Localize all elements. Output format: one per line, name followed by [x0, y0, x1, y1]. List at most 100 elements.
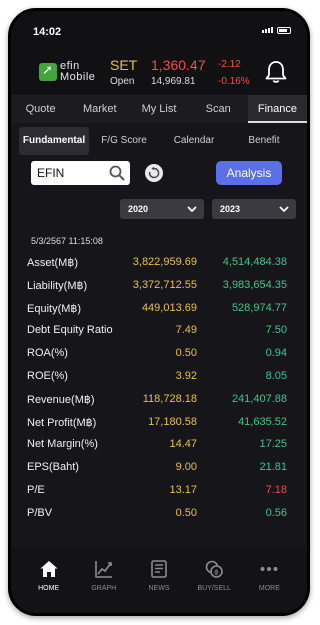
row-label: Asset(M฿) [27, 257, 78, 269]
tab-finance[interactable]: Finance [247, 95, 307, 123]
row-value-year1: 3,822,959.69 [132, 256, 197, 268]
tab-scan[interactable]: Scan [189, 95, 248, 123]
market-index-value: 1,360.47 [151, 57, 206, 73]
row-label: Revenue(M฿) [27, 393, 95, 406]
market-name: SET [110, 57, 138, 73]
table-row: P/BV 0.50 0.56 [11, 502, 307, 525]
logo-mark-icon [39, 62, 57, 81]
fundamental-table: Asset(M฿) 3,822,959.69 4,514,484.38 Liab… [11, 251, 307, 525]
logo-text-bottom: Mobile [60, 71, 96, 83]
data-timestamp: 5/3/2567 11:15:08 [31, 236, 103, 246]
app-screen: 14:02 efin Mobile SET Open 1,360.47 14,9… [11, 11, 307, 613]
row-label: ROA(%) [27, 347, 68, 360]
row-label: P/E [27, 483, 45, 496]
table-row: Net Margin(%) 14.47 17.25 [11, 433, 307, 456]
buy-sell-icon: ฿ [205, 560, 224, 578]
table-row: Equity(M฿) 449,013.69 528,974.77 [11, 297, 307, 320]
bell-icon[interactable] [263, 59, 289, 85]
row-value-year2: 528,974.77 [231, 301, 287, 314]
sub-tab-bar: Fundamental F/G Score Calendar Benefit [11, 127, 307, 155]
row-value-year2: 41,635.52 [238, 415, 287, 428]
table-row: P/E 13.17 7.18 [11, 479, 307, 502]
year-select-right[interactable]: 2023 [212, 199, 296, 219]
subtab-benefit[interactable]: Benefit [229, 127, 299, 155]
nav-graph[interactable]: GRAPH [76, 547, 131, 613]
row-label: EPS(Baht) [27, 461, 79, 474]
table-row: Liability(M฿) 3,372,712.55 3,983,654.35 [11, 274, 307, 297]
table-row: Debt Equity Ratio 7.49 7.50 [11, 319, 307, 342]
row-value-year1: 7.49 [175, 324, 197, 337]
year-select-left-value: 2020 [128, 204, 149, 214]
row-value-year2: 7.50 [265, 324, 287, 337]
chevron-down-icon [279, 206, 289, 213]
row-value-year1: 3,372,712.55 [132, 278, 197, 291]
row-label: Equity(M฿) [27, 302, 82, 315]
table-row: ROE(%) 3.92 8.05 [11, 365, 307, 388]
home-icon [40, 561, 58, 577]
open-label: Open [110, 76, 135, 87]
nav-home[interactable]: HOME [21, 547, 76, 613]
year-select-left[interactable]: 2020 [120, 199, 204, 219]
nav-graph-label: GRAPH [91, 585, 117, 592]
row-value-year2: 0.94 [265, 347, 287, 360]
open-value: 14,969.81 [151, 76, 196, 87]
nav-news[interactable]: NEWS [131, 547, 186, 613]
graph-icon [94, 561, 112, 578]
row-value-year2: 7.18 [265, 483, 287, 496]
row-value-year2: 21.81 [259, 461, 287, 474]
row-value-year2: 0.56 [265, 506, 287, 519]
row-label: Net Profit(M฿) [27, 416, 97, 429]
market-header: efin Mobile SET Open 1,360.47 14,969.81 … [11, 51, 307, 95]
subtab-fg-score[interactable]: F/G Score [89, 127, 159, 155]
tab-market[interactable]: Market [70, 95, 129, 123]
year-select-right-value: 2023 [220, 204, 241, 214]
table-row: Asset(M฿) 3,822,959.69 4,514,484.38 [11, 251, 307, 274]
nav-news-label: NEWS [148, 585, 170, 592]
tab-quote[interactable]: Quote [11, 95, 70, 123]
svg-text:฿: ฿ [214, 569, 218, 577]
table-row: ROA(%) 0.50 0.94 [11, 342, 307, 365]
subtab-calendar[interactable]: Calendar [159, 127, 229, 155]
market-change-pct: -0.16% [218, 76, 250, 87]
news-icon [151, 560, 167, 578]
table-row: Revenue(M฿) 118,728.18 241,407.88 [11, 388, 307, 411]
nav-more-label: MORE [258, 585, 280, 592]
bottom-nav: HOME GRAPH NEWS ฿ BUY/SELL MORE [11, 547, 307, 613]
row-label: ROE(%) [27, 369, 68, 382]
battery-icon [277, 27, 291, 34]
row-label: Net Margin(%) [27, 438, 98, 451]
row-value-year2: 8.05 [265, 369, 287, 382]
more-icon [260, 567, 278, 571]
nav-buy-sell-label: BUY/SELL [197, 585, 231, 592]
refresh-icon[interactable] [145, 164, 163, 182]
row-value-year1: 118,728.18 [142, 392, 197, 405]
row-value-year1: 3.92 [175, 369, 197, 382]
market-change: -2.12 [218, 59, 241, 70]
row-value-year1: 14.47 [169, 438, 197, 451]
analysis-button[interactable]: Analysis [216, 161, 282, 185]
tab-my-list[interactable]: My List [129, 95, 188, 123]
signal-icon [262, 27, 273, 33]
row-value-year2: 241,407.88 [231, 392, 287, 405]
main-tab-bar: Quote Market My List Scan Finance [11, 95, 307, 123]
row-value-year2: 17.25 [259, 438, 287, 451]
search-icon[interactable] [109, 165, 125, 181]
row-label: P/BV [27, 506, 53, 519]
nav-more[interactable]: MORE [242, 547, 297, 613]
phone-frame: 14:02 efin Mobile SET Open 1,360.47 14,9… [8, 8, 310, 616]
row-value-year1: 13.17 [169, 483, 197, 496]
row-value-year1: 9.00 [175, 461, 197, 474]
row-label: Liability(M฿) [27, 279, 88, 292]
row-value-year1: 17,180.58 [148, 415, 197, 428]
row-value-year2: 4,514,484.38 [222, 256, 287, 268]
nav-buy-sell[interactable]: ฿ BUY/SELL [187, 547, 242, 613]
chevron-down-icon [187, 206, 197, 213]
table-row: EPS(Baht) 9.00 21.81 [11, 456, 307, 479]
status-time: 14:02 [33, 26, 62, 38]
row-value-year1: 0.50 [175, 506, 197, 519]
status-bar: 14:02 [11, 11, 307, 51]
efin-logo: efin Mobile [39, 60, 107, 85]
table-row: Net Profit(M฿) 17,180.58 41,635.52 [11, 411, 307, 434]
subtab-fundamental[interactable]: Fundamental [19, 127, 89, 155]
row-label: Debt Equity Ratio [27, 324, 113, 337]
